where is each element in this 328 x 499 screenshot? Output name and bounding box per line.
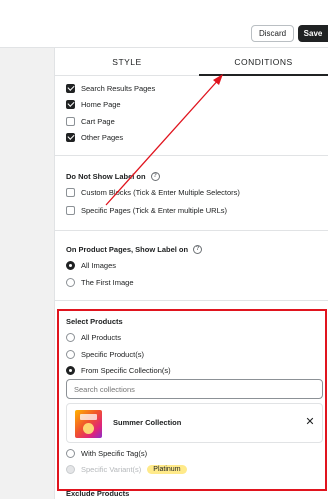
checkbox-unchecked-icon[interactable]	[66, 187, 75, 197]
section-title-text: Select Products	[66, 316, 123, 326]
checkbox-cart-page[interactable]: Cart Page	[66, 114, 115, 128]
top-bar: Discard Save	[0, 0, 328, 48]
left-gutter	[0, 48, 55, 499]
radio-all-products[interactable]: All Products	[66, 330, 121, 344]
radio-label: Specific Variant(s)	[81, 464, 142, 474]
checkbox-custom-blocks[interactable]: Custom Blocks (Tick & Enter Multiple Sel…	[66, 185, 240, 199]
section-title-text: Do Not Show Label on	[66, 171, 146, 181]
checkbox-label: Specific Pages (Tick & Enter multiple UR…	[81, 205, 228, 215]
radio-label: All Images	[81, 260, 117, 270]
section-title-text: Exclude Products	[66, 488, 130, 498]
platinum-badge: Platinum	[147, 464, 187, 474]
radio-selected-icon[interactable]	[66, 260, 75, 270]
discard-button[interactable]: Discard	[251, 25, 294, 42]
checkbox-unchecked-icon[interactable]	[66, 116, 75, 126]
radio-label: All Products	[81, 332, 122, 342]
radio-specific-variants: Specific Variant(s) Platinum	[66, 462, 187, 476]
radio-first-image[interactable]: The First Image	[66, 275, 134, 289]
section-title-product-pages: On Product Pages, Show Label on ?	[66, 243, 203, 255]
radio-label: Specific Product(s)	[81, 349, 144, 359]
radio-unselected-icon[interactable]	[66, 277, 75, 287]
checkbox-other-pages[interactable]: Other Pages	[66, 130, 123, 144]
collection-name: Summer Collection	[113, 418, 182, 427]
divider	[55, 155, 328, 156]
radio-specific-tags[interactable]: With Specific Tag(s)	[66, 446, 147, 460]
radio-disabled-icon	[66, 464, 75, 474]
checkbox-checked-icon[interactable]	[66, 99, 75, 109]
active-tab-indicator	[199, 74, 328, 76]
radio-unselected-icon[interactable]	[66, 349, 75, 359]
radio-unselected-icon[interactable]	[66, 448, 75, 458]
summer-collection-image	[75, 410, 102, 438]
radio-specific-products[interactable]: Specific Product(s)	[66, 347, 144, 361]
question-circle-icon[interactable]: ?	[193, 244, 203, 254]
checkbox-home-page[interactable]: Home Page	[66, 97, 121, 111]
tab-bar: STYLE CONDITIONS	[55, 48, 328, 76]
selected-collection-card: Summer Collection ✕	[66, 403, 323, 443]
question-circle-icon[interactable]: ?	[150, 171, 160, 181]
checkbox-label: Other Pages	[81, 132, 124, 142]
divider	[55, 230, 328, 231]
radio-label: The First Image	[81, 277, 134, 287]
section-title-exclude-products: Exclude Products	[66, 487, 129, 499]
section-title-do-not-show: Do Not Show Label on ?	[66, 170, 160, 182]
section-title-select-products: Select Products	[66, 315, 123, 327]
radio-specific-collections[interactable]: From Specific Collection(s)	[66, 363, 171, 377]
checkbox-specific-pages[interactable]: Specific Pages (Tick & Enter multiple UR…	[66, 203, 227, 217]
checkbox-label: Home Page	[81, 99, 121, 109]
radio-label: From Specific Collection(s)	[81, 365, 171, 375]
section-title-text: On Product Pages, Show Label on	[66, 244, 189, 254]
search-collections-input[interactable]	[66, 379, 323, 399]
checkbox-checked-icon[interactable]	[66, 132, 75, 142]
save-button[interactable]: Save	[298, 25, 328, 42]
tab-style[interactable]: STYLE	[55, 48, 199, 76]
settings-panel: STYLE CONDITIONS Search Results Pages Ho…	[55, 48, 328, 499]
checkbox-label: Search Results Pages	[81, 83, 156, 93]
divider	[55, 300, 328, 301]
radio-selected-icon[interactable]	[66, 365, 75, 375]
checkbox-label: Custom Blocks (Tick & Enter Multiple Sel…	[81, 187, 240, 197]
close-icon[interactable]: ✕	[303, 414, 317, 428]
checkbox-search-results-pages[interactable]: Search Results Pages	[66, 81, 155, 95]
radio-all-images[interactable]: All Images	[66, 258, 116, 272]
radio-unselected-icon[interactable]	[66, 332, 75, 342]
checkbox-checked-icon[interactable]	[66, 83, 75, 93]
radio-label: With Specific Tag(s)	[81, 448, 148, 458]
checkbox-label: Cart Page	[81, 116, 115, 126]
checkbox-unchecked-icon[interactable]	[66, 205, 75, 215]
tab-conditions[interactable]: CONDITIONS	[199, 48, 328, 76]
